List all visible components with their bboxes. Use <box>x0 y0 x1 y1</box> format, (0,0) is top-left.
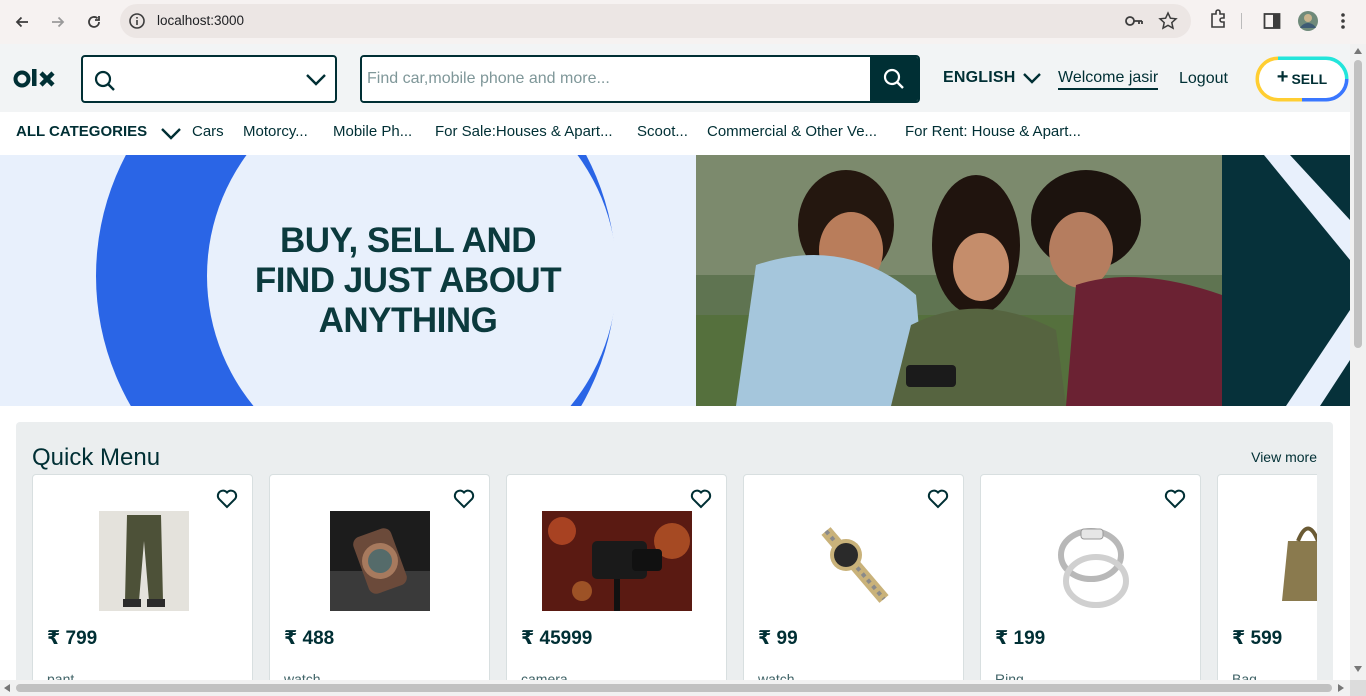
forward-icon[interactable] <box>46 10 70 34</box>
category-cars[interactable]: Cars <box>192 123 224 140</box>
info-icon[interactable] <box>128 12 146 30</box>
side-panel-icon[interactable] <box>1263 12 1281 35</box>
product-image-watch <box>330 511 430 611</box>
scroll-down-icon[interactable] <box>1354 666 1362 672</box>
product-card[interactable]: ₹ 45999 camera <box>506 474 727 680</box>
category-motorcycles[interactable]: Motorcy... <box>243 123 308 140</box>
search-bar <box>360 55 920 103</box>
banner-dark-panel <box>1222 155 1350 406</box>
sell-label: SELL <box>1291 71 1328 87</box>
product-card[interactable]: ₹ 488 watch <box>269 474 490 680</box>
search-input[interactable] <box>362 57 872 101</box>
heart-icon[interactable] <box>1164 489 1186 509</box>
site-header: ENGLISH Welcome jasir Logout + SELL <box>0 44 1350 112</box>
language-label: ENGLISH <box>943 69 1016 86</box>
chevron-down-icon <box>1022 73 1041 84</box>
category-houses-for-rent[interactable]: For Rent: House & Apart... <box>905 123 1081 140</box>
menu-icon[interactable] <box>1336 12 1350 35</box>
banner-headline: BUY, SELL AND FIND JUST ABOUT ANYTHING <box>208 221 608 341</box>
product-image-watch <box>804 511 904 611</box>
search-icon <box>94 70 115 91</box>
hero-banner[interactable]: BUY, SELL AND FIND JUST ABOUT ANYTHING <box>0 155 1350 406</box>
all-categories[interactable]: ALL CATEGORIES <box>16 123 147 140</box>
product-image-bag <box>1278 511 1317 611</box>
category-mobile-phones[interactable]: Mobile Ph... <box>333 123 412 140</box>
heart-icon[interactable] <box>453 489 475 509</box>
product-card[interactable]: ₹ 99 watch <box>743 474 964 680</box>
banner-arrow <box>1264 155 1350 406</box>
chevron-down-icon[interactable] <box>160 125 182 141</box>
product-name: Ring <box>995 671 1024 680</box>
product-price: ₹ 199 <box>995 628 1046 649</box>
product-price: ₹ 488 <box>284 628 335 649</box>
quick-menu-section: Quick Menu View more ₹ 799 pant ₹ 488 wa… <box>16 422 1333 680</box>
search-icon <box>883 68 904 89</box>
heart-icon[interactable] <box>690 489 712 509</box>
product-name: watch <box>284 671 321 680</box>
view-more-link[interactable]: View more <box>1251 449 1317 465</box>
heart-icon[interactable] <box>216 489 238 509</box>
vertical-scroll-thumb[interactable] <box>1354 60 1362 348</box>
scroll-up-icon[interactable] <box>1354 48 1362 54</box>
category-scooters[interactable]: Scoot... <box>637 123 688 140</box>
product-price: ₹ 45999 <box>521 628 593 649</box>
language-select[interactable]: ENGLISH <box>943 69 1042 87</box>
browser-toolbar: localhost:3000 <box>0 0 1366 44</box>
product-price: ₹ 799 <box>47 628 98 649</box>
quick-menu-title: Quick Menu <box>32 444 161 471</box>
url-text[interactable]: localhost:3000 <box>157 13 244 28</box>
product-card[interactable]: ₹ 199 Ring <box>980 474 1201 680</box>
location-select[interactable] <box>81 55 337 103</box>
category-houses-for-sale[interactable]: For Sale:Houses & Apart... <box>435 123 613 140</box>
product-price: ₹ 99 <box>758 628 798 649</box>
product-card[interactable]: ₹ 799 pant <box>32 474 253 680</box>
logout-link[interactable]: Logout <box>1179 70 1228 88</box>
key-icon[interactable] <box>1124 12 1144 30</box>
address-bar[interactable]: localhost:3000 <box>120 4 1191 38</box>
product-price: ₹ 599 <box>1232 628 1283 649</box>
scroll-right-icon[interactable] <box>1338 684 1344 692</box>
product-image-pant <box>99 511 189 611</box>
scrollbar-corner <box>1350 680 1366 696</box>
welcome-user[interactable]: Welcome jasir <box>1058 69 1159 90</box>
scroll-left-icon[interactable] <box>4 684 10 692</box>
horizontal-scrollbar[interactable] <box>0 680 1350 696</box>
star-icon[interactable] <box>1158 11 1178 31</box>
banner-line-3: ANYTHING <box>318 301 498 340</box>
product-image-ring <box>1041 511 1141 611</box>
extensions-icon[interactable] <box>1208 9 1228 36</box>
banner-line-1: BUY, SELL AND <box>279 221 537 260</box>
banner-line-2: FIND JUST ABOUT <box>254 261 562 300</box>
page-content: ENGLISH Welcome jasir Logout + SELL ALL … <box>0 44 1350 680</box>
sell-button[interactable]: + SELL <box>1254 55 1350 103</box>
search-button[interactable] <box>870 57 918 101</box>
sell-button-inner: + SELL <box>1259 60 1345 98</box>
product-card[interactable]: ₹ 599 Bag <box>1217 474 1317 680</box>
vertical-scrollbar[interactable] <box>1350 44 1366 680</box>
olx-logo[interactable] <box>13 66 57 95</box>
reload-icon[interactable] <box>82 10 106 34</box>
profile-avatar[interactable] <box>1297 10 1319 37</box>
olx-logo-icon <box>13 69 55 88</box>
toolbar-divider <box>1241 13 1242 29</box>
category-commercial-vehicles[interactable]: Commercial & Other Ve... <box>707 123 877 140</box>
banner-photo <box>696 155 1222 406</box>
chevron-down-icon[interactable] <box>305 70 327 88</box>
horizontal-scroll-thumb[interactable] <box>16 684 1332 692</box>
product-image-camera <box>542 511 692 611</box>
back-icon[interactable] <box>10 10 34 34</box>
product-name: pant <box>47 671 75 680</box>
plus-icon: + <box>1276 65 1289 88</box>
heart-icon[interactable] <box>927 489 949 509</box>
product-name: watch <box>758 671 795 680</box>
product-name: camera <box>521 671 568 680</box>
product-cards: ₹ 799 pant ₹ 488 watch ₹ 45999 camera ₹ … <box>32 474 1317 680</box>
product-name: Bag <box>1232 671 1257 680</box>
category-bar: ALL CATEGORIES Cars Motorcy... Mobile Ph… <box>0 112 1350 155</box>
